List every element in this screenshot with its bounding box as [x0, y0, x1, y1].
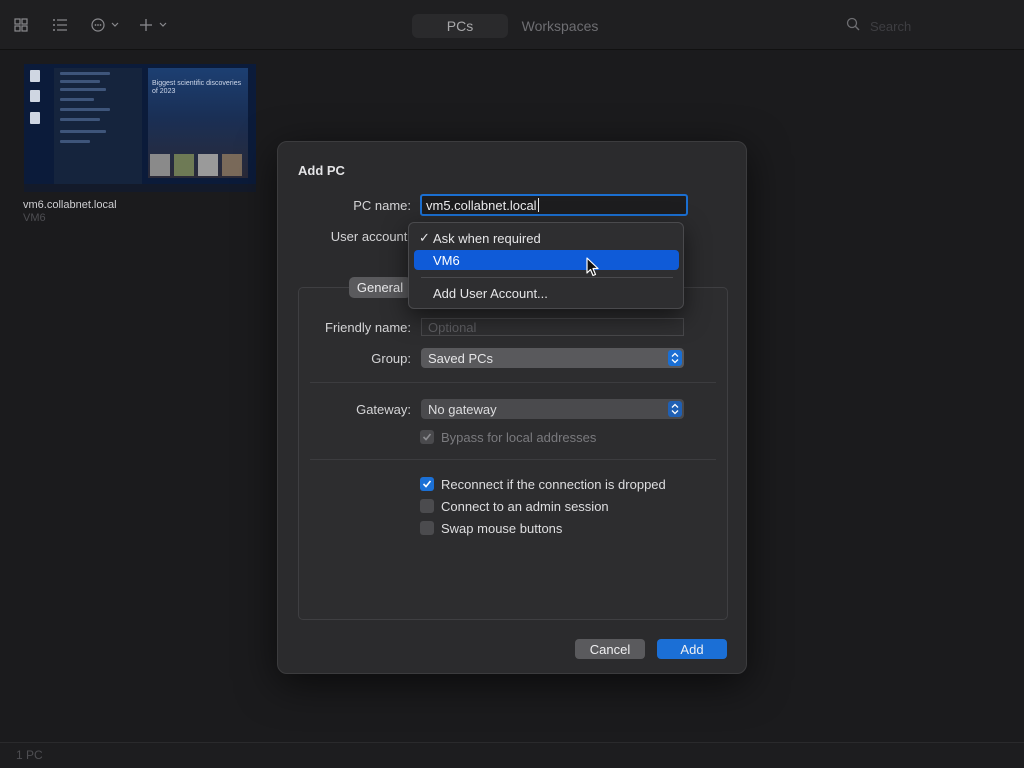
- swap-mouse-label: Swap mouse buttons: [441, 520, 563, 536]
- grid-view-icon[interactable]: [14, 14, 36, 36]
- gateway-popup[interactable]: No gateway: [421, 399, 684, 419]
- mouse-cursor-icon: [586, 257, 600, 282]
- menu-item-label: Ask when required: [433, 230, 541, 246]
- settings-group-box: [298, 287, 728, 620]
- toolbar: PCs Workspaces Search: [0, 0, 1024, 50]
- list-view-icon[interactable]: [52, 14, 74, 36]
- pc-user-label: VM6: [23, 212, 46, 224]
- bypass-checkbox-row[interactable]: Bypass for local addresses: [420, 429, 596, 445]
- search-placeholder: Search: [870, 18, 912, 34]
- checkmark-icon: ✓: [419, 230, 430, 245]
- divider: [310, 382, 716, 383]
- admin-session-label: Connect to an admin session: [441, 498, 609, 514]
- user-account-label: User account:: [330, 229, 411, 244]
- bypass-label: Bypass for local addresses: [441, 429, 597, 445]
- checkbox-checked-icon: [420, 477, 434, 491]
- dialog-title: Add PC: [298, 163, 345, 178]
- cancel-button[interactable]: Cancel: [575, 639, 645, 659]
- reconnect-checkbox-row[interactable]: Reconnect if the connection is dropped: [420, 476, 666, 492]
- group-label: Group:: [371, 351, 411, 366]
- checkbox-unchecked-icon: [420, 499, 434, 513]
- divider: [310, 459, 716, 460]
- status-bar: 1 PC: [0, 742, 1024, 768]
- friendly-name-input[interactable]: Optional: [421, 318, 684, 336]
- thumbnail-taskbar: [24, 184, 256, 192]
- gateway-label: Gateway:: [356, 402, 411, 417]
- desktop-icon: [30, 90, 40, 102]
- tab-workspaces[interactable]: Workspaces: [512, 14, 608, 38]
- menu-separator: [421, 277, 673, 278]
- reconnect-label: Reconnect if the connection is dropped: [441, 476, 666, 492]
- tab-pcs[interactable]: PCs: [412, 14, 508, 38]
- menu-item-add-user-account[interactable]: Add User Account...: [414, 283, 679, 303]
- pc-name-label[interactable]: vm6.collabnet.local: [23, 199, 117, 211]
- group-value: Saved PCs: [428, 350, 494, 366]
- menu-item-vm6[interactable]: VM6: [414, 250, 679, 270]
- pc-name-field-label: PC name:: [353, 198, 411, 213]
- thumbnail-start-menu: [54, 68, 142, 186]
- search-icon: [846, 17, 860, 36]
- user-account-menu: ✓ Ask when required VM6 Add User Account…: [408, 222, 684, 309]
- desktop-icon: [30, 70, 40, 82]
- group-popup[interactable]: Saved PCs: [421, 348, 684, 368]
- pc-count: 1 PC: [16, 748, 43, 762]
- pc-name-value: vm5.collabnet.local: [426, 197, 537, 213]
- friendly-name-placeholder: Optional: [428, 319, 477, 335]
- checkbox-unchecked-icon: [420, 521, 434, 535]
- pc-thumbnail[interactable]: Biggest scientific discoveries of 2023: [24, 64, 256, 192]
- desktop-icon: [30, 112, 40, 124]
- add-pc-dialog: Add PC PC name: vm5.collabnet.local User…: [277, 141, 747, 674]
- add-icon[interactable]: [138, 14, 172, 36]
- admin-session-checkbox-row[interactable]: Connect to an admin session: [420, 498, 609, 514]
- more-options-icon[interactable]: [90, 14, 124, 36]
- search-field[interactable]: Search: [846, 15, 1016, 37]
- tab-general[interactable]: General: [349, 277, 411, 298]
- text-caret: [537, 198, 539, 212]
- menu-item-label: VM6: [433, 252, 460, 268]
- swap-mouse-checkbox-row[interactable]: Swap mouse buttons: [420, 520, 562, 536]
- thumbnail-headline: Biggest scientific discoveries of 2023: [152, 80, 242, 95]
- friendly-name-label: Friendly name:: [325, 320, 411, 335]
- add-button[interactable]: Add: [657, 639, 727, 659]
- up-down-chevron-icon: [668, 401, 682, 417]
- up-down-chevron-icon: [668, 350, 682, 366]
- pc-name-input[interactable]: vm5.collabnet.local: [420, 194, 688, 216]
- menu-item-ask-when-required[interactable]: ✓ Ask when required: [414, 228, 679, 248]
- menu-item-label: Add User Account...: [433, 285, 548, 301]
- gateway-value: No gateway: [428, 401, 497, 417]
- checkbox-checked-icon: [420, 430, 434, 444]
